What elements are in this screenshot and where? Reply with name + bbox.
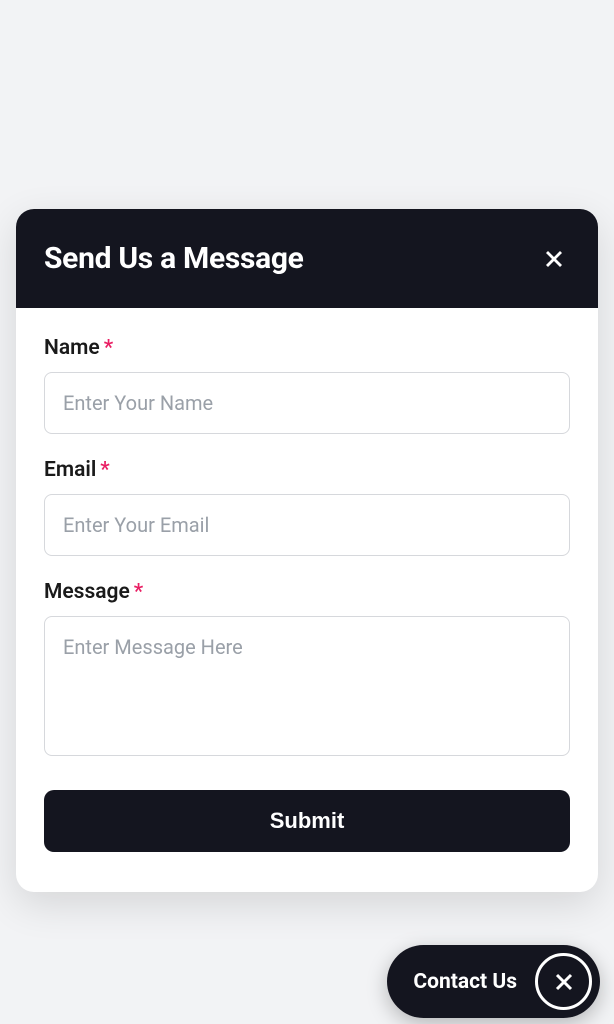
contact-fab[interactable]: Contact Us [387,945,600,1018]
name-label: Name* [44,336,570,360]
submit-button[interactable]: Submit [44,790,570,852]
name-field: Name* [44,336,570,434]
message-label: Message* [44,580,570,604]
fab-close-circle[interactable] [535,953,592,1010]
required-asterisk: * [134,580,143,604]
modal-header: Send Us a Message [16,209,598,308]
fab-label: Contact Us [413,970,517,994]
message-input[interactable] [44,616,570,756]
email-input[interactable] [44,494,570,556]
contact-modal: Send Us a Message Name* Email* Message* [16,209,598,892]
name-input[interactable] [44,372,570,434]
email-label-text: Email [44,458,96,482]
name-label-text: Name [44,336,100,360]
email-field: Email* [44,458,570,556]
close-button[interactable] [538,243,570,275]
message-field: Message* [44,580,570,760]
required-asterisk: * [100,458,109,482]
email-label: Email* [44,458,570,482]
modal-title: Send Us a Message [44,241,304,276]
required-asterisk: * [104,336,113,360]
modal-body: Name* Email* Message* Submit [16,308,598,892]
close-icon [542,247,566,271]
close-icon [552,970,576,994]
message-label-text: Message [44,580,130,604]
